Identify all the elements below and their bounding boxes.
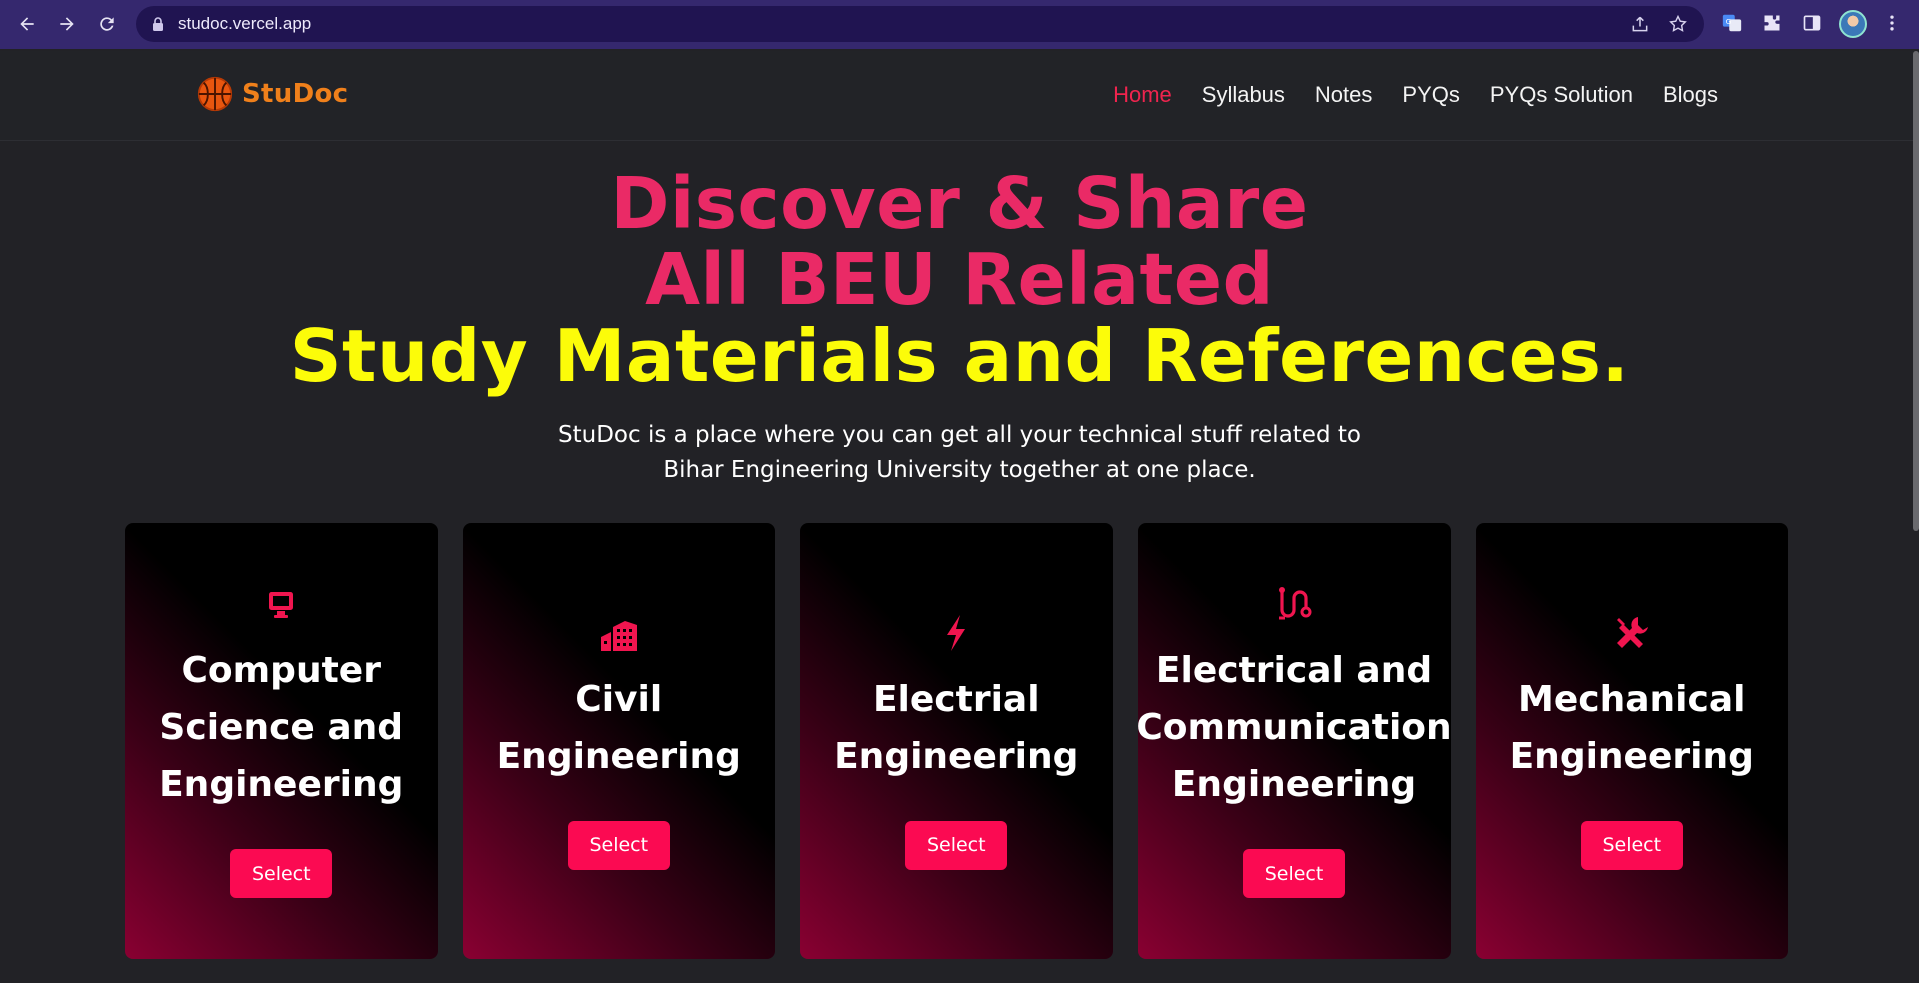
hero-line-1: Discover & Share [610, 162, 1309, 245]
hero-section: Discover & Share All BEU Related Study M… [0, 166, 1919, 488]
arrow-left-icon [20, 17, 34, 31]
building-icon [599, 613, 639, 653]
arrow-right-icon [60, 17, 74, 31]
site-header: StuDoc Home Syllabus Notes PYQs PYQs Sol… [0, 51, 1919, 141]
menu-kebab-icon[interactable] [1880, 11, 1904, 35]
nav-syllabus[interactable]: Syllabus [1202, 82, 1285, 108]
brand-name: StuDoc [242, 79, 349, 109]
hero-line-2: All BEU Related [645, 238, 1274, 321]
page-scrollbar[interactable] [1913, 51, 1919, 531]
select-button[interactable]: Select [905, 820, 1008, 870]
lock-icon [153, 17, 163, 31]
address-bar[interactable]: studoc.vercel.app [136, 6, 1704, 42]
nav-notes[interactable]: Notes [1315, 82, 1372, 108]
basketball-icon [197, 76, 233, 112]
computer-icon [261, 584, 301, 624]
circuit-icon [1274, 584, 1314, 624]
tools-icon [1612, 613, 1652, 653]
nav-pyqs[interactable]: PYQs [1402, 82, 1459, 108]
reload-button[interactable] [87, 4, 127, 44]
branch-card-cse: Computer Science and Engineering Select [125, 523, 438, 959]
star-icon[interactable] [1668, 14, 1688, 34]
card-title: Electrical and Communication Engineering [1136, 650, 1452, 805]
lightning-icon [936, 613, 976, 653]
hero-description: StuDoc is a place where you can get all … [558, 422, 1361, 483]
hero-line-3: Study Materials and References. [289, 314, 1630, 398]
branch-card-civil: Civil Engineering Select [462, 523, 775, 959]
nav-home[interactable]: Home [1113, 82, 1172, 108]
back-button[interactable] [7, 4, 47, 44]
card-title: Mechanical Engineering [1509, 678, 1754, 777]
side-panel-icon[interactable] [1800, 11, 1824, 35]
select-button[interactable]: Select [1243, 849, 1345, 898]
profile-avatar[interactable] [1839, 10, 1867, 38]
select-button[interactable]: Select [567, 820, 670, 870]
browser-toolbar: studoc.vercel.app G [0, 0, 1919, 49]
branch-cards: Computer Science and Engineering Select … [125, 523, 1788, 959]
url-text: studoc.vercel.app [178, 14, 312, 33]
nav-blogs[interactable]: Blogs [1663, 82, 1718, 108]
svg-text:G: G [1726, 17, 1732, 26]
select-button[interactable]: Select [230, 849, 333, 898]
site-logo[interactable]: StuDoc [196, 75, 348, 113]
card-title: Computer Science and Engineering [159, 650, 404, 805]
share-icon[interactable] [1630, 14, 1650, 34]
forward-button[interactable] [47, 4, 87, 44]
nav-pyqs-solution[interactable]: PYQs Solution [1490, 82, 1633, 108]
translate-extension-icon[interactable]: G [1720, 11, 1744, 35]
extensions-puzzle-icon[interactable] [1760, 11, 1784, 35]
card-title: Civil Engineering [496, 678, 741, 777]
card-title: Electrial Engineering [834, 678, 1079, 777]
main-nav: Home Syllabus Notes PYQs PYQs Solution B… [1113, 82, 1718, 108]
reload-icon [100, 17, 114, 31]
branch-card-electrical: Electrial Engineering Select [800, 523, 1113, 959]
branch-card-ece: Electrical and Communication Engineering… [1136, 523, 1452, 959]
select-button[interactable]: Select [1580, 820, 1683, 870]
branch-card-mechanical: Mechanical Engineering Select [1475, 523, 1788, 959]
